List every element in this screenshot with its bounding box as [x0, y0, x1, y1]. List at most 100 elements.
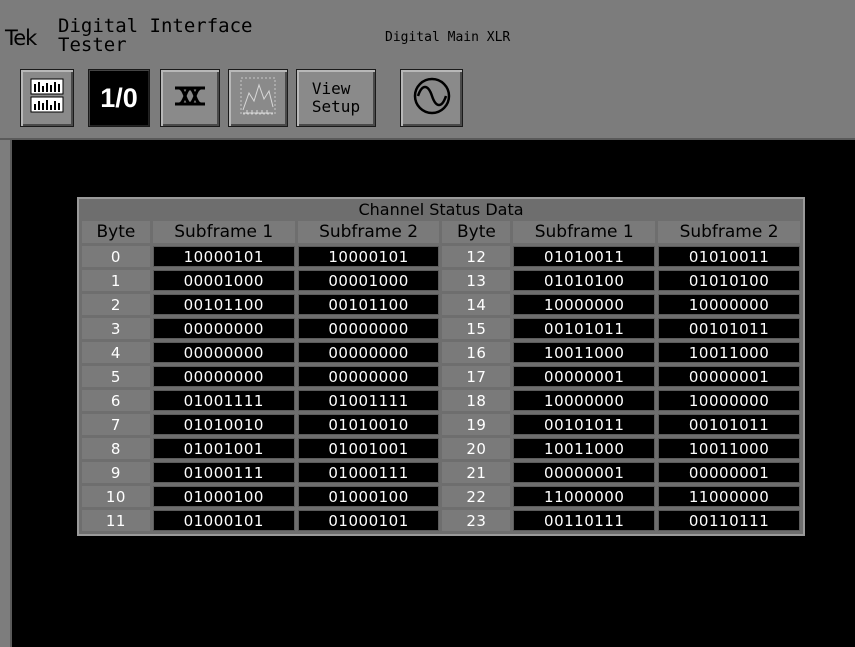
subframe-value-cell: 00000001: [513, 462, 656, 483]
subframe-value-cell: 00110111: [513, 510, 656, 531]
table-body: 0 10000101 10000101 12 01010011 01010011 1 0000…: [82, 246, 800, 531]
table-row: 6 01001111 01001111 18 10000000 10000000: [82, 390, 800, 411]
channel-status-panel: Channel Status Data Byte Subframe 1 Subf…: [77, 197, 805, 536]
byte-index-cell: 13: [442, 270, 511, 291]
byte-index-cell: 9: [82, 462, 150, 483]
table-row: 7 01010010 01010010 19 00101011 00101011: [82, 414, 800, 435]
subframe-value-cell: 10000000: [658, 294, 800, 315]
byte-index-cell: 5: [82, 366, 150, 387]
subframe-value-cell: 01010010: [152, 414, 295, 435]
level-meters-button[interactable]: [20, 69, 74, 127]
byte-index-cell: 12: [442, 246, 511, 267]
sine-wave-icon: [412, 76, 452, 120]
col-header: Byte: [442, 221, 511, 243]
subframe-value-cell: 00101100: [297, 294, 440, 315]
subframe-value-cell: 00000001: [658, 366, 800, 387]
byte-index-cell: 10: [82, 486, 150, 507]
eye-pattern-icon: [173, 85, 207, 111]
subframe-value-cell: 00110111: [658, 510, 800, 531]
product-title: Digital Interface Tester: [58, 17, 252, 55]
subframe-value-cell: 00001000: [297, 270, 440, 291]
byte-index-cell: 7: [82, 414, 150, 435]
header-bar: Tek Digital Interface Tester Digital Mai…: [0, 0, 855, 140]
io-button-label: 1/0: [100, 82, 138, 113]
view-setup-label: View Setup: [312, 80, 360, 116]
byte-index-cell: 2: [82, 294, 150, 315]
subframe-value-cell: 10011000: [658, 438, 800, 459]
table-row: 2 00101100 00101100 14 10000000 10000000: [82, 294, 800, 315]
subframe-value-cell: 01010010: [297, 414, 440, 435]
spectrum-graph-icon: [240, 77, 276, 119]
byte-index-cell: 17: [442, 366, 511, 387]
level-meters-icon: [30, 78, 64, 118]
subframe-value-cell: 01010011: [513, 246, 656, 267]
subframe-value-cell: 01000101: [297, 510, 440, 531]
table-row: 5 00000000 00000000 17 00000001 00000001: [82, 366, 800, 387]
byte-index-cell: 23: [442, 510, 511, 531]
subframe-value-cell: 00000000: [297, 342, 440, 363]
subframe-value-cell: 00000000: [297, 366, 440, 387]
col-header: Subframe 1: [152, 221, 295, 243]
table-header-row: Byte Subframe 1 Subframe 2 Byte Subframe…: [82, 221, 800, 243]
table-row: 9 01000111 01000111 21 00000001 00000001: [82, 462, 800, 483]
table-row: 10 01000100 01000100 22 11000000 11000000: [82, 486, 800, 507]
col-header: Byte: [82, 221, 150, 243]
subframe-value-cell: 10011000: [513, 342, 656, 363]
byte-index-cell: 4: [82, 342, 150, 363]
subframe-value-cell: 00001000: [152, 270, 295, 291]
byte-index-cell: 6: [82, 390, 150, 411]
byte-index-cell: 8: [82, 438, 150, 459]
subframe-value-cell: 01000101: [152, 510, 295, 531]
subframe-value-cell: 01001111: [152, 390, 295, 411]
subframe-value-cell: 11000000: [658, 486, 800, 507]
subframe-value-cell: 10011000: [513, 438, 656, 459]
subframe-value-cell: 00101011: [513, 414, 656, 435]
waveform-button[interactable]: [400, 69, 463, 127]
byte-index-cell: 16: [442, 342, 511, 363]
byte-index-cell: 1: [82, 270, 150, 291]
subframe-value-cell: 00000000: [152, 366, 295, 387]
byte-index-cell: 14: [442, 294, 511, 315]
io-button[interactable]: 1/0: [88, 69, 150, 127]
input-context-label: Digital Main XLR: [385, 30, 511, 45]
subframe-value-cell: 00000000: [297, 318, 440, 339]
spectrum-graph-button[interactable]: [228, 69, 288, 127]
byte-index-cell: 20: [442, 438, 511, 459]
product-title-line2: Tester: [58, 34, 127, 56]
subframe-value-cell: 00101011: [513, 318, 656, 339]
subframe-value-cell: 00000001: [658, 462, 800, 483]
table-row: 1 00001000 00001000 13 01010100 01010100: [82, 270, 800, 291]
byte-index-cell: 11: [82, 510, 150, 531]
subframe-value-cell: 01010011: [658, 246, 800, 267]
subframe-value-cell: 10000000: [513, 294, 656, 315]
channel-status-table: Byte Subframe 1 Subframe 2 Byte Subframe…: [79, 218, 803, 534]
view-setup-button[interactable]: View Setup: [296, 69, 376, 127]
subframe-value-cell: 01010100: [658, 270, 800, 291]
subframe-value-cell: 10000101: [297, 246, 440, 267]
subframe-value-cell: 00101011: [658, 414, 800, 435]
byte-index-cell: 3: [82, 318, 150, 339]
byte-index-cell: 21: [442, 462, 511, 483]
subframe-value-cell: 01001001: [152, 438, 295, 459]
subframe-value-cell: 01000100: [152, 486, 295, 507]
table-row: 3 00000000 00000000 15 00101011 00101011: [82, 318, 800, 339]
subframe-value-cell: 01000111: [152, 462, 295, 483]
byte-index-cell: 0: [82, 246, 150, 267]
table-row: 0 10000101 10000101 12 01010011 01010011: [82, 246, 800, 267]
col-header: Subframe 2: [297, 221, 440, 243]
subframe-value-cell: 00101011: [658, 318, 800, 339]
display-area: Channel Status Data Byte Subframe 1 Subf…: [10, 140, 855, 647]
view-setup-line2: Setup: [311, 97, 361, 116]
table-row: 4 00000000 00000000 16 10011000 10011000: [82, 342, 800, 363]
col-header: Subframe 2: [658, 221, 800, 243]
subframe-value-cell: 00101100: [152, 294, 295, 315]
table-row: 8 01001001 01001001 20 10011000 10011000: [82, 438, 800, 459]
subframe-value-cell: 00000000: [152, 318, 295, 339]
byte-index-cell: 15: [442, 318, 511, 339]
subframe-value-cell: 01001001: [297, 438, 440, 459]
subframe-value-cell: 01001111: [297, 390, 440, 411]
byte-index-cell: 19: [442, 414, 511, 435]
eye-pattern-button[interactable]: [160, 69, 220, 127]
subframe-value-cell: 00000000: [152, 342, 295, 363]
subframe-value-cell: 10000101: [152, 246, 295, 267]
